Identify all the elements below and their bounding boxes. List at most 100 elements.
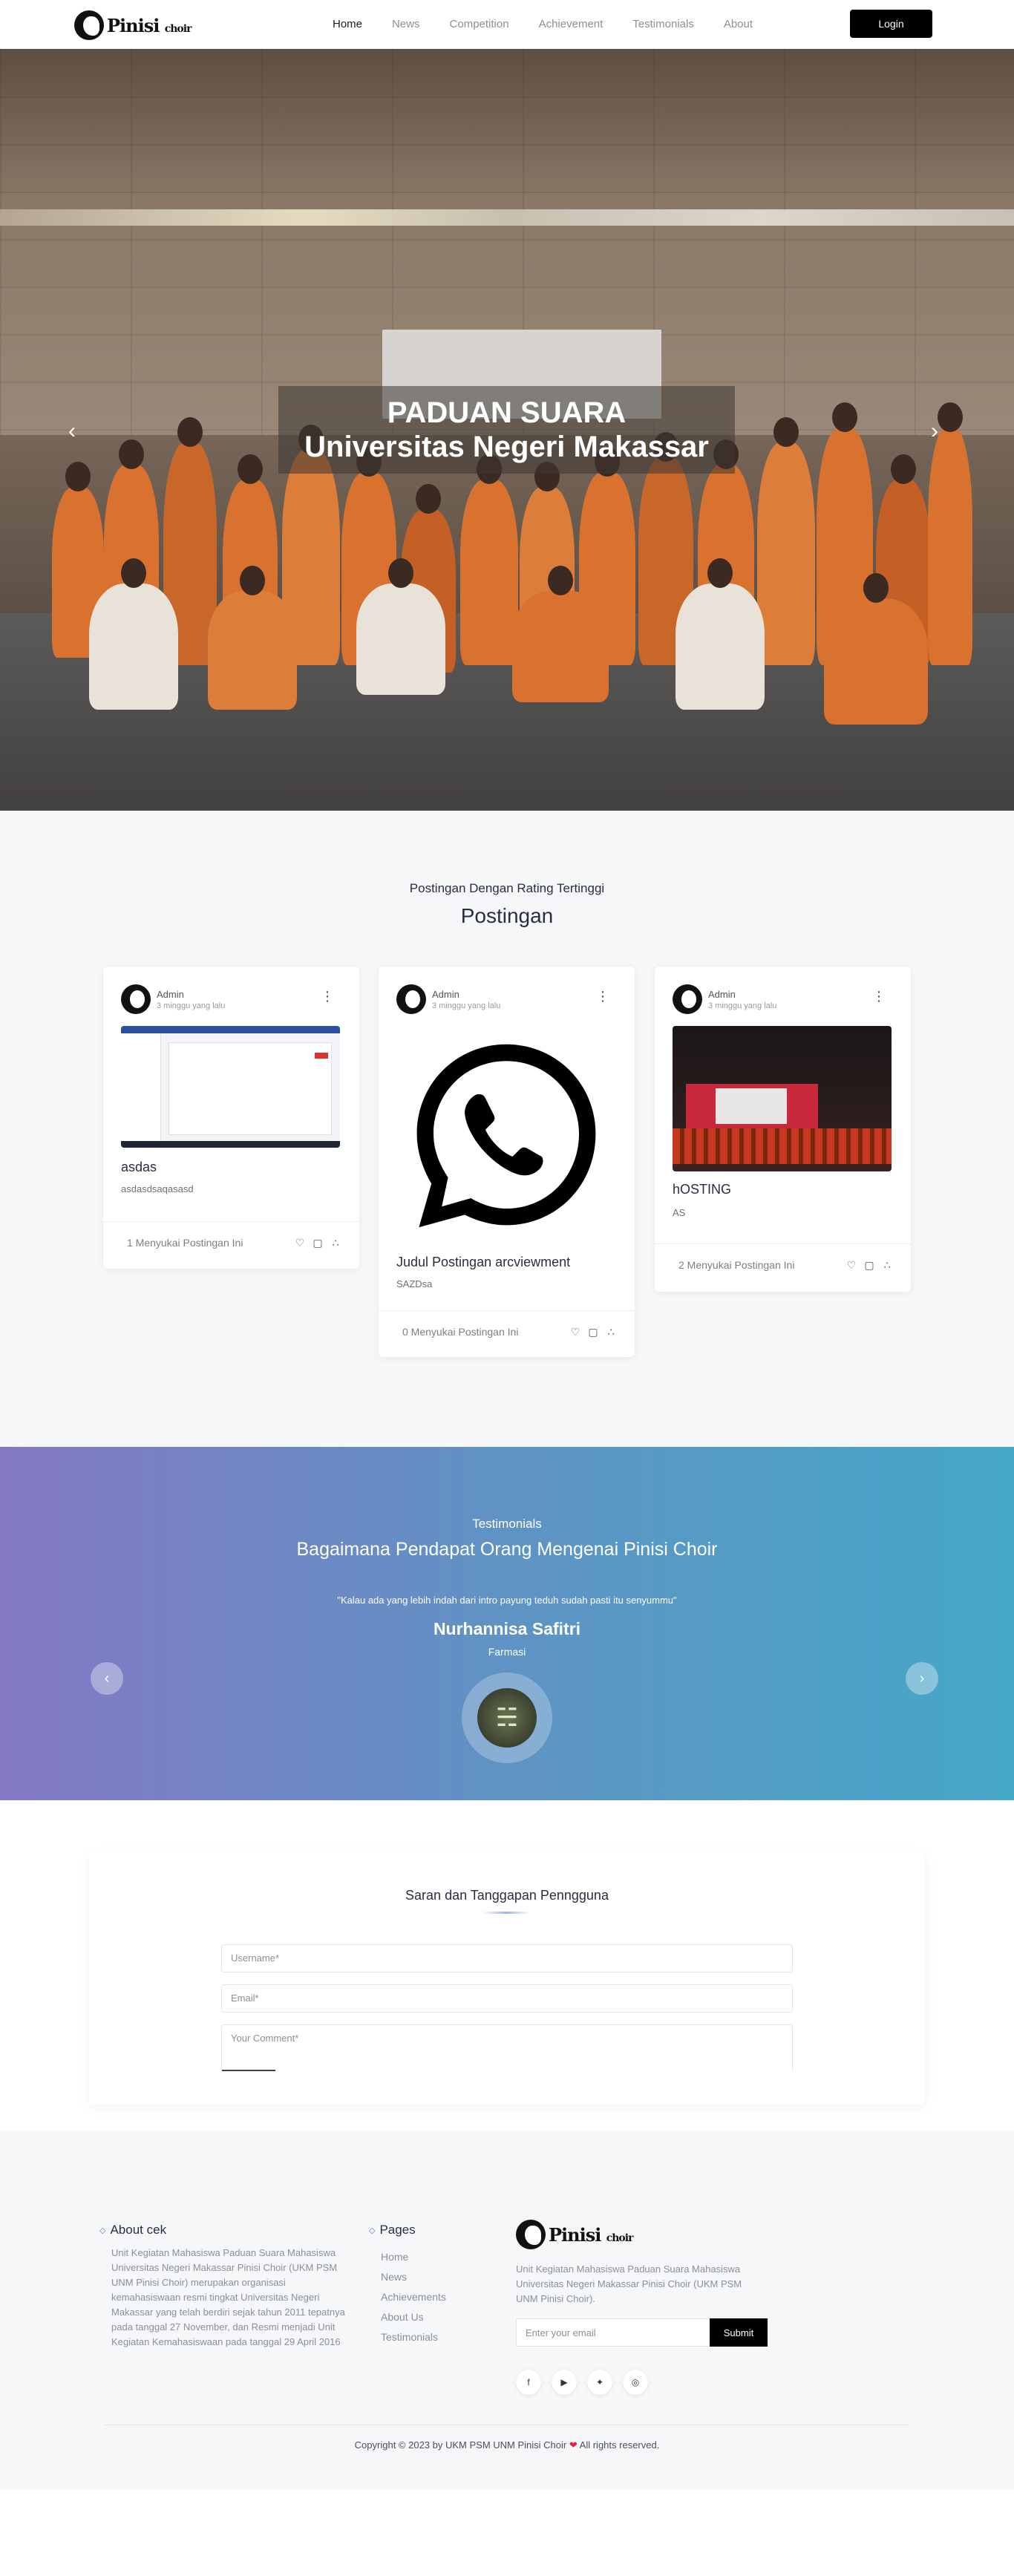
nav-competition[interactable]: Competition (450, 18, 509, 30)
testimonial-name: Nurhannisa Safitri (433, 1619, 581, 1638)
footer: ◇ About cek Unit Kegiatan Mahasiswa Padu… (0, 2131, 1014, 2490)
textarea-resize-line (222, 2070, 275, 2071)
post-author: Admin (157, 988, 184, 1000)
feedback-section: Saran dan Tanggapan Penngguna Username* … (0, 1800, 1014, 2131)
post-title[interactable]: hOSTING (673, 1182, 731, 1197)
footer-about-heading: ◇ About cek (99, 2223, 167, 2237)
comment-field[interactable]: Your Comment* (221, 2024, 793, 2070)
divider (655, 1243, 911, 1244)
post-time: 3 minggu yang lalu (708, 1001, 777, 1010)
testimonial-quote: "Kalau ada yang lebih indah dari intro p… (337, 1595, 677, 1606)
chevron-left-icon[interactable]: ‹ (91, 1662, 123, 1695)
nav-home[interactable]: Home (333, 18, 362, 30)
share-icon[interactable]: ∴ (881, 1259, 893, 1271)
post-like-count: 0 Menyukai Postingan Ini (402, 1326, 519, 1338)
post-excerpt: SAZDsa (396, 1278, 433, 1289)
post-actions: ♡ ▢ ∴ (569, 1326, 617, 1338)
nav-about[interactable]: About (724, 18, 753, 30)
divider (103, 1221, 359, 1222)
username-field[interactable]: Username* (221, 1944, 793, 1972)
nav-news[interactable]: News (392, 18, 420, 30)
testimonials-title: Bagaimana Pendapat Orang Mengenai Pinisi… (296, 1539, 718, 1560)
post-title[interactable]: Judul Postingan arcviewment (396, 1255, 570, 1270)
footer-link-about-us[interactable]: About Us (381, 2311, 446, 2323)
login-button[interactable]: Login (850, 10, 932, 38)
choir-logo-icon (74, 10, 104, 40)
social-links: f ▶ ✦ ◎ (516, 2370, 648, 2395)
post-like-count: 2 Menyukai Postingan Ini (678, 1259, 795, 1271)
choir-logo-icon (516, 2220, 546, 2249)
testimonials-section: Testimonials Bagaimana Pendapat Orang Me… (0, 1447, 1014, 1800)
post-image[interactable] (121, 1026, 340, 1148)
heart-icon[interactable]: ♡ (845, 1259, 857, 1271)
post-author: Admin (708, 988, 736, 1000)
post-author-block: Admin 3 minggu yang lalu (673, 984, 776, 1014)
footer-brand-logo[interactable]: Pinisi choir (516, 2220, 633, 2249)
footer-brand-description: Unit Kegiatan Mahasiswa Paduan Suara Mah… (516, 2263, 742, 2304)
facebook-icon[interactable]: f (516, 2370, 541, 2395)
comment-icon[interactable]: ▢ (587, 1326, 599, 1338)
chevron-right-icon[interactable]: › (931, 419, 938, 444)
hero-carousel: PADUAN SUARA Universitas Negeri Makassar… (0, 49, 1014, 811)
post-time: 3 minggu yang lalu (432, 1001, 501, 1010)
footer-link-news[interactable]: News (381, 2271, 446, 2283)
hero-caption: PADUAN SUARA Universitas Negeri Makassar (278, 386, 735, 474)
comment-icon[interactable]: ▢ (312, 1237, 324, 1249)
brand-logo[interactable]: Pinisi choir (74, 10, 192, 40)
diamond-icon: ◇ (99, 2226, 106, 2235)
footer-pages-list: Home News Achievements About Us Testimon… (381, 2251, 446, 2351)
heart-icon[interactable]: ♡ (294, 1237, 306, 1249)
share-icon[interactable]: ∴ (605, 1326, 617, 1338)
post-card[interactable]: Admin 3 minggu yang lalu ⋮ Judul Posting… (379, 967, 635, 1357)
chevron-right-icon[interactable]: › (906, 1662, 938, 1695)
hero-title-line2: Universitas Negeri Makassar (304, 431, 709, 463)
navbar: Pinisi choir Home News Competition Achie… (0, 0, 1014, 49)
post-excerpt: asdasdsaqasasd (121, 1183, 194, 1194)
post-actions: ♡ ▢ ∴ (845, 1259, 893, 1271)
testimonial-avatar: ☵ (462, 1673, 552, 1763)
nav-testimonials[interactable]: Testimonials (632, 18, 694, 30)
footer-link-home[interactable]: Home (381, 2251, 446, 2263)
brand-logo-text: Pinisi choir (107, 14, 192, 36)
post-image[interactable] (673, 1026, 892, 1171)
post-card[interactable]: Admin 3 minggu yang lalu ⋮ hOSTING AS 2 … (655, 967, 911, 1292)
hero-ceiling-light (0, 209, 1014, 226)
posts-title: Postingan (460, 904, 554, 927)
heart-icon: ❤ (569, 2439, 578, 2451)
email-field[interactable]: Email* (221, 1984, 793, 2013)
testimonial-role: Farmasi (488, 1646, 526, 1658)
post-card[interactable]: Admin 3 minggu yang lalu ⋮ asdas asdasds… (103, 967, 359, 1269)
youtube-icon[interactable]: ▶ (552, 2370, 577, 2395)
share-icon[interactable]: ∴ (330, 1237, 341, 1249)
page-bottom-space (0, 2490, 1014, 2576)
instagram-icon[interactable]: ◎ (623, 2370, 648, 2395)
comment-icon[interactable]: ▢ (863, 1259, 875, 1271)
footer-about-text: Unit Kegiatan Mahasiswa Paduan Suara Mah… (111, 2247, 345, 2347)
copyright: Copyright © 2023 by UKM PSM UNM Pinisi C… (354, 2439, 660, 2451)
newsletter-submit-button[interactable]: Submit (710, 2318, 768, 2347)
footer-link-achievements[interactable]: Achievements (381, 2291, 446, 2303)
hero-title-line1: PADUAN SUARA (387, 396, 627, 429)
footer-brand-logo-text: Pinisi choir (549, 2223, 633, 2246)
chevron-left-icon[interactable]: ‹ (68, 419, 76, 444)
diamond-icon: ◇ (369, 2226, 376, 2235)
post-actions: ♡ ▢ ∴ (294, 1237, 341, 1249)
heart-icon[interactable]: ♡ (569, 1326, 581, 1338)
avatar (673, 984, 702, 1014)
twitter-icon[interactable]: ✦ (587, 2370, 612, 2395)
more-vertical-icon[interactable]: ⋮ (321, 989, 334, 1004)
post-author-block: Admin 3 minggu yang lalu (121, 984, 225, 1014)
post-title[interactable]: asdas (121, 1160, 157, 1175)
testimonials-subtitle: Testimonials (472, 1517, 542, 1531)
post-image[interactable] (396, 1026, 615, 1245)
posts-section: Postingan Dengan Rating Tertinggi Postin… (0, 811, 1014, 1447)
posts-subtitle: Postingan Dengan Rating Tertinggi (409, 881, 605, 895)
avatar (396, 984, 426, 1014)
more-vertical-icon[interactable]: ⋮ (596, 989, 609, 1004)
more-vertical-icon[interactable]: ⋮ (872, 989, 886, 1004)
footer-link-testimonials[interactable]: Testimonials (381, 2331, 446, 2343)
nav-achievement[interactable]: Achievement (539, 18, 604, 30)
footer-pages-heading: ◇ Pages (369, 2223, 416, 2237)
feedback-title: Saran dan Tanggapan Penngguna (405, 1888, 609, 1903)
newsletter-email-input[interactable]: Enter your email (516, 2318, 710, 2347)
